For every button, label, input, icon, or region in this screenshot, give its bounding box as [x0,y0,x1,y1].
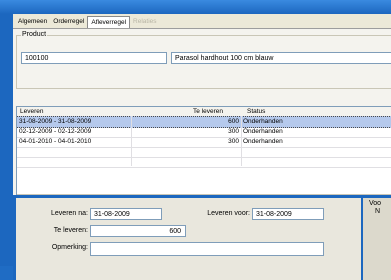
row-period: 04-01-2010 - 04-01-2010 [19,138,92,145]
row-status: Onderhanden [243,128,283,135]
detail-form: Leveren na: 31-08-2009 Leveren voor: 31-… [16,198,361,280]
column-header-status[interactable]: Status [247,107,265,116]
row-status: Onderhanden [243,138,283,145]
opmerking-field[interactable] [90,242,324,256]
side-panel: Voo N [363,198,391,280]
row-amount: 300 [228,138,239,145]
tab-orderregel[interactable]: Orderregel [50,16,87,27]
row-status: Onderhanden [243,118,283,125]
app-window: Algemeen Orderregel Afleverregel Relatie… [0,0,391,280]
title-bar [0,0,391,14]
tab-strip: Algemeen Orderregel Afleverregel Relatie… [15,16,160,28]
column-divider [241,116,242,166]
detail-area: Leveren na: 31-08-2009 Leveren voor: 31-… [13,195,391,280]
opmerking-label: Opmerking: [51,244,88,251]
column-divider [131,116,132,166]
column-header-te-leveren[interactable]: Te leveren [193,107,223,116]
row-period: 02-12-2009 - 02-12-2009 [19,128,92,135]
row-period: 31-08-2009 - 31-08-2009 [19,118,92,125]
tab-relaties: Relaties [133,18,157,25]
delivery-grid: Leveren Te leveren Status 31-08-2009 - 3… [16,106,391,206]
leveren-na-field[interactable]: 31-08-2009 [90,208,162,220]
leveren-voor-label: Leveren voor: [207,210,250,217]
side-label-mid: N [375,208,381,215]
order-panel: Algemeen Orderregel Afleverregel Relatie… [13,14,391,280]
tab-afleverregel[interactable]: Afleverregel [87,16,131,28]
tab-algemeen[interactable]: Algemeen [15,16,50,27]
leveren-voor-field[interactable]: 31-08-2009 [252,208,324,220]
te-leveren-field[interactable]: 600 [90,225,186,237]
row-amount: 300 [228,128,239,135]
row-amount: 600 [228,118,239,125]
te-leveren-label: Te leveren: [53,227,88,234]
leveren-na-label: Leveren na: [51,210,88,217]
product-group-label: Product [21,31,48,38]
table-row [17,157,391,168]
product-description-field[interactable]: Parasol hardhout 100 cm blauw [171,52,391,64]
column-header-leveren[interactable]: Leveren [20,107,44,116]
product-code-field[interactable]: 100100 [21,52,167,64]
